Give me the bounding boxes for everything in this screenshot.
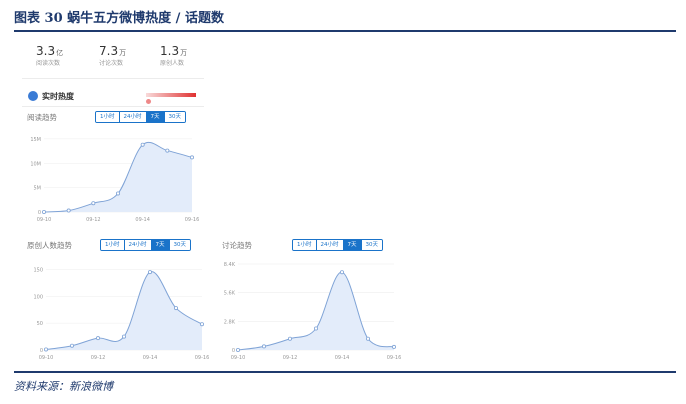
x-tick-label: 09-12	[86, 217, 101, 223]
x-tick-label: 09-12	[91, 355, 106, 361]
y-tick-label: 5M	[34, 186, 42, 192]
figure-title: 图表 30 蜗牛五方微博热度 / 话题数	[14, 11, 224, 26]
discussion-tab-7d[interactable]: 7天	[343, 240, 362, 250]
reading-tab-7d[interactable]: 7天	[146, 112, 165, 122]
stat-originals-label: 原创人数	[160, 60, 185, 67]
discussion-tab-24h[interactable]: 24小时	[316, 240, 344, 250]
stats-divider	[22, 78, 204, 79]
data-point[interactable]	[173, 306, 178, 311]
discussion-tab-30d[interactable]: 30天	[361, 240, 382, 250]
stat-discussions-label: 讨论次数	[99, 60, 124, 67]
stat-discussions-unit: 万	[119, 49, 127, 57]
data-point[interactable]	[116, 191, 121, 196]
y-tick-label: 0	[232, 348, 235, 354]
reading-range-tabs: 1小时 24小时 7天 30天	[95, 111, 186, 123]
original-trend-chart: 0 50 100 150 09-10 09-12 09-14 09-16	[33, 267, 210, 361]
data-point[interactable]	[96, 336, 101, 341]
series-area	[238, 272, 394, 350]
stat-originals-unit: 万	[180, 49, 188, 57]
data-point[interactable]	[91, 201, 96, 206]
x-tick-label: 09-16	[185, 217, 200, 223]
stat-reads-value: 3.3	[36, 44, 56, 58]
stat-discussions-value: 7.3	[99, 44, 119, 58]
x-tick-label: 09-10	[231, 355, 246, 361]
data-point[interactable]	[66, 208, 71, 213]
reading-tab-24h[interactable]: 24小时	[119, 112, 147, 122]
x-tick-label: 09-10	[37, 217, 52, 223]
y-tick-label: 150	[33, 267, 43, 273]
data-point[interactable]	[70, 343, 75, 348]
x-tick-label: 09-14	[143, 355, 158, 361]
data-point[interactable]	[391, 344, 396, 349]
x-tick-label: 09-16	[387, 355, 402, 361]
y-tick-label: 10M	[30, 161, 41, 167]
discussion-chart-title: 讨论趋势	[222, 241, 252, 250]
data-point[interactable]	[140, 142, 145, 147]
data-point[interactable]	[199, 322, 204, 327]
reading-tab-30d[interactable]: 30天	[164, 112, 185, 122]
heat-bar	[146, 93, 196, 97]
y-tick-label: 0	[38, 210, 41, 216]
reading-tab-1h[interactable]: 1小时	[96, 112, 120, 122]
y-tick-label: 5.6K	[224, 291, 236, 297]
stat-reads-unit: 亿	[56, 49, 64, 57]
stat-discussions: 7.3万 讨论次数	[99, 44, 126, 67]
discussion-range-tabs: 1小时 24小时 7天 30天	[292, 239, 383, 251]
reading-chart-title: 阅读趋势	[27, 113, 57, 122]
data-point[interactable]	[122, 334, 127, 339]
discussion-tab-1h[interactable]: 1小时	[293, 240, 317, 250]
source-note: 资料来源：新浪微博	[14, 380, 113, 393]
data-point[interactable]	[262, 344, 267, 349]
x-tick-label: 09-10	[39, 355, 54, 361]
footer-rule	[14, 371, 676, 373]
y-tick-label: 0	[40, 348, 43, 354]
discussion-trend-chart: 0 2.8K 5.6K 8.4K 09-10 09-12 09-14 09-16	[224, 262, 402, 361]
data-point[interactable]	[148, 270, 153, 275]
data-point[interactable]	[365, 336, 370, 341]
reading-trend-chart: 0 5M 10M 15M 09-10 09-12 09-14 09-16	[30, 137, 200, 223]
realtime-divider	[22, 106, 204, 107]
original-range-tabs: 1小时 24小时 7天 30天	[100, 239, 191, 251]
data-point[interactable]	[340, 270, 345, 275]
y-tick-label: 100	[33, 294, 43, 300]
original-chart-title: 原创人数趋势	[27, 241, 72, 250]
heat-marker	[146, 99, 151, 104]
original-tab-24h[interactable]: 24小时	[124, 240, 152, 250]
data-point[interactable]	[43, 347, 48, 352]
x-tick-label: 09-14	[135, 217, 150, 223]
data-point[interactable]	[288, 336, 293, 341]
stat-reads: 3.3亿 阅读次数	[36, 44, 63, 67]
data-point[interactable]	[314, 326, 319, 331]
original-tab-1h[interactable]: 1小时	[101, 240, 125, 250]
x-tick-label: 09-16	[195, 355, 210, 361]
y-tick-label: 8.4K	[224, 262, 236, 268]
data-point[interactable]	[189, 155, 194, 160]
x-tick-label: 09-12	[283, 355, 298, 361]
y-tick-label: 50	[37, 321, 43, 327]
data-point[interactable]	[165, 148, 170, 153]
header-rule	[14, 30, 676, 32]
flame-icon	[28, 91, 38, 101]
stat-reads-label: 阅读次数	[36, 60, 61, 67]
original-tab-30d[interactable]: 30天	[169, 240, 190, 250]
y-tick-label: 15M	[30, 137, 41, 143]
x-tick-label: 09-14	[335, 355, 350, 361]
data-point[interactable]	[235, 348, 240, 353]
original-tab-7d[interactable]: 7天	[151, 240, 170, 250]
stat-originals-value: 1.3	[160, 44, 180, 58]
realtime-heat-label: 实时热度	[42, 92, 74, 101]
series-area	[44, 142, 192, 212]
stat-originals: 1.3万 原创人数	[160, 44, 187, 67]
y-tick-label: 2.8K	[224, 319, 236, 325]
data-point[interactable]	[41, 210, 46, 215]
